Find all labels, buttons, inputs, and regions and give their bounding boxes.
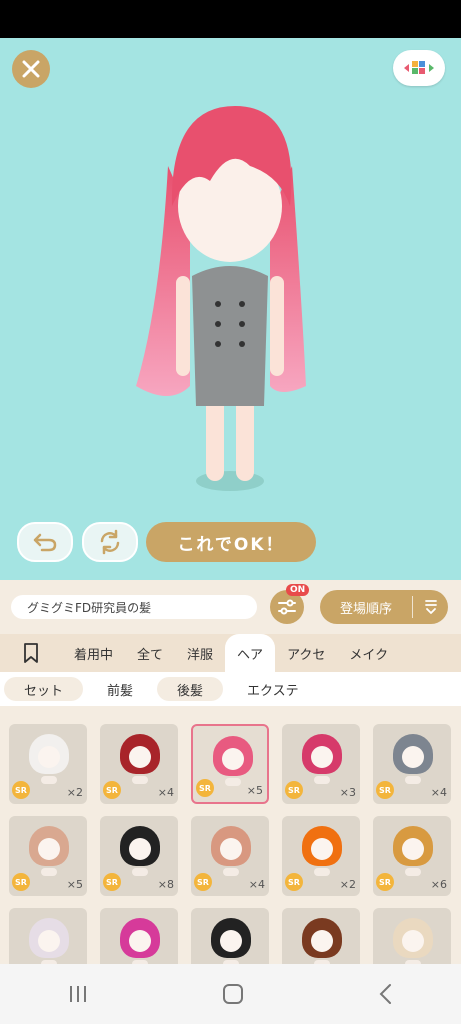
close-button[interactable] [12,50,50,88]
mannequin-face [220,838,242,860]
item-count: ×4 [157,786,174,799]
mannequin-stand [314,868,330,876]
mannequin-stand [132,776,148,784]
item-count: ×3 [339,786,356,799]
undo-icon [33,533,57,552]
mannequin-stand [132,868,148,876]
mannequin-stand [405,868,421,876]
item-count: ×6 [430,878,447,891]
tab-makeup[interactable]: メイク [337,634,400,672]
subtab-bangs[interactable]: 前髪 [87,677,153,701]
rarity-badge: SR [196,779,214,797]
rarity-badge: SR [285,873,303,891]
hair-item-card[interactable]: SR ×4 [100,724,178,804]
mannequin-face [129,930,151,952]
item-filter-bar: グミグミFD研究員の髪 ON 登場順序 [0,580,461,634]
subtab-set[interactable]: セット [4,677,84,701]
hair-item-card[interactable] [9,908,87,964]
item-count: ×5 [246,784,263,797]
sort-direction-icon[interactable] [413,599,448,615]
close-icon [22,60,40,78]
mannequin-face [220,930,242,952]
android-nav-bar [0,964,461,1024]
recent-apps-icon[interactable] [66,984,90,1004]
mannequin-face [311,930,333,952]
mannequin-face [402,746,424,768]
bookmark-icon [24,643,38,663]
mannequin-face [129,746,151,768]
sort-order-button[interactable]: 登場順序 [320,590,448,624]
item-count: ×8 [157,878,174,891]
undo-button[interactable] [17,522,73,562]
bookmark-tab[interactable] [0,634,62,672]
sort-divider [412,596,413,618]
item-grid: SR ×2 SR ×4 SR ×5 SR ×3 SR ×4 SR ×5 SR ×8 SR ×4 SR ×2 SR ×6 [0,706,461,964]
filter-on-badge: ON [286,584,310,596]
sort-order-label: 登場順序 [339,601,392,617]
hair-subtabs: セット 前髪 後髪 エクステ [0,672,461,706]
hair-item-card[interactable]: SR ×3 [282,724,360,804]
rarity-badge: SR [12,873,30,891]
hair-item-card[interactable]: SR ×4 [373,724,451,804]
tab-wearing[interactable]: 着用中 [62,634,125,672]
hair-item-card[interactable] [373,908,451,964]
mannequin-face [402,838,424,860]
hair-item-card[interactable] [100,908,178,964]
mannequin-stand [41,868,57,876]
mannequin-stand [41,776,57,784]
mannequin-stand [225,778,241,786]
hair-item-card[interactable]: SR ×5 [191,724,269,804]
color-palette-icon [404,61,434,74]
rarity-badge: SR [103,781,121,799]
mannequin-stand [405,776,421,784]
mannequin-face [129,838,151,860]
tab-accessories[interactable]: アクセ [275,634,337,672]
mannequin-face [38,746,60,768]
mannequin-face [402,930,424,952]
hair-item-card[interactable]: SR ×4 [191,816,269,896]
mannequin-face [38,838,60,860]
mannequin-face [38,930,60,952]
rarity-badge: SR [376,873,394,891]
rotate-icon [100,529,120,555]
item-count: ×5 [66,878,83,891]
selected-item-name: グミグミFD研究員の髪 [11,595,257,619]
avatar-character [136,106,306,491]
rarity-badge: SR [103,873,121,891]
status-bar [0,0,461,38]
mannequin-face [222,748,244,770]
item-count: ×4 [430,786,447,799]
mannequin-face [311,838,333,860]
tab-hair[interactable]: ヘア [225,634,276,672]
hair-item-card[interactable] [191,908,269,964]
background-color-button[interactable] [393,50,445,86]
back-icon[interactable] [376,982,396,1006]
confirm-ok-button[interactable]: これでOK！ [146,522,316,562]
mannequin-stand [314,776,330,784]
subtab-back-hair[interactable]: 後髪 [157,677,224,701]
filter-sliders-icon [278,599,296,615]
rarity-badge: SR [376,781,394,799]
rarity-badge: SR [194,873,212,891]
category-tabs: 着用中 全て 洋服 ヘア アクセ メイク [0,634,461,672]
hair-item-card[interactable]: SR ×2 [9,724,87,804]
tab-clothes[interactable]: 洋服 [175,634,225,672]
hair-item-card[interactable]: SR ×6 [373,816,451,896]
mannequin-face [311,746,333,768]
item-count: ×2 [339,878,356,891]
hair-item-card[interactable]: SR ×5 [9,816,87,896]
avatar-preview: これでOK！ [0,38,461,580]
item-count: ×4 [248,878,265,891]
tab-all[interactable]: 全て [125,634,175,672]
hair-item-card[interactable]: SR ×8 [100,816,178,896]
home-icon[interactable] [221,982,245,1006]
subtab-extensions[interactable]: エクステ [227,677,319,701]
rarity-badge: SR [12,781,30,799]
hair-item-card[interactable]: SR ×2 [282,816,360,896]
hair-item-card[interactable] [282,908,360,964]
mannequin-stand [223,868,239,876]
item-count: ×2 [66,786,83,799]
rotate-button[interactable] [82,522,138,562]
rarity-badge: SR [285,781,303,799]
